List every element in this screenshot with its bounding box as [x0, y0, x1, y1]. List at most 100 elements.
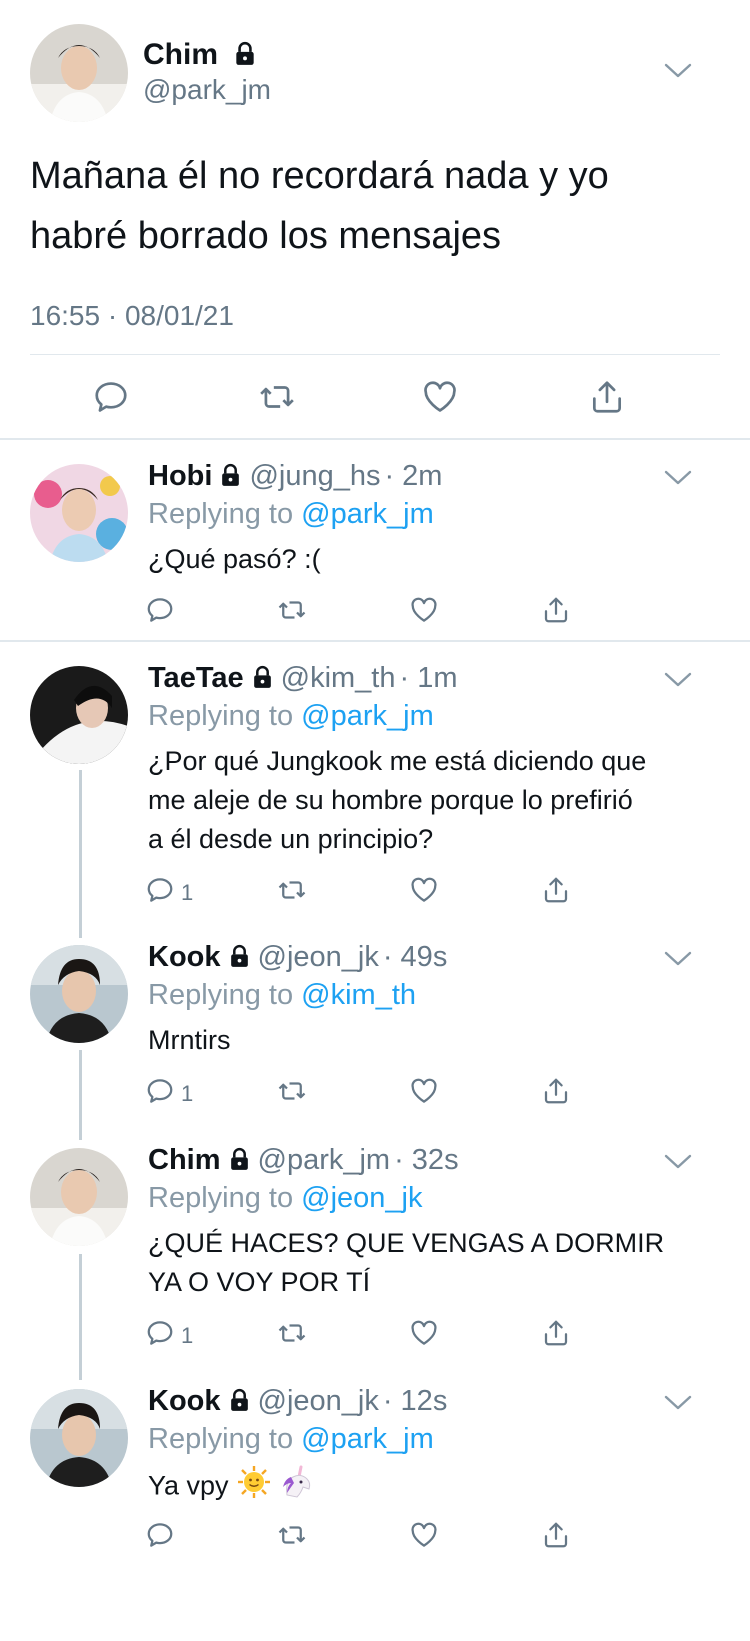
reply-text-line: Mrntirs — [148, 1021, 718, 1060]
reply-author-name[interactable]: Hobi — [148, 460, 212, 492]
retweet-button[interactable] — [276, 875, 308, 910]
replying-to-link[interactable]: @kim_th — [301, 979, 416, 1011]
share-button[interactable] — [541, 1076, 571, 1111]
heart-icon — [409, 595, 439, 630]
retweet-button[interactable] — [276, 1076, 308, 1111]
reply-time[interactable]: · 1m — [400, 662, 458, 694]
lock-icon — [253, 665, 271, 688]
heart-icon[interactable] — [421, 378, 459, 416]
share-button[interactable] — [541, 1520, 571, 1555]
share-button[interactable] — [541, 1318, 571, 1353]
reply-icon — [145, 1318, 175, 1353]
share-icon — [541, 1520, 571, 1555]
reply-time[interactable]: · 12s — [383, 1385, 447, 1417]
thread-line — [79, 1050, 82, 1140]
author-handle[interactable]: @park_jm — [143, 74, 271, 106]
reply-text-line: a él desde un principio? — [148, 820, 718, 859]
reply-author-handle[interactable]: @jeon_jk — [258, 941, 379, 973]
retweet-icon — [276, 1076, 308, 1111]
tweet-timestamp[interactable]: 16:55 · 08/01/21 — [30, 300, 234, 332]
replying-to-link[interactable]: @jeon_jk — [301, 1182, 422, 1214]
share-icon — [541, 595, 571, 630]
reply-text: Ya vpy — [148, 1470, 229, 1501]
reply-text-line: Ya vpy — [148, 1465, 718, 1510]
replying-to-label: Replying to — [148, 979, 294, 1011]
author-name[interactable]: Chim — [143, 38, 218, 71]
lock-icon — [236, 42, 255, 65]
reply-author-name[interactable]: Kook — [148, 1385, 221, 1417]
heart-icon — [409, 875, 439, 910]
retweet-icon — [276, 875, 308, 910]
reply-icon — [145, 875, 175, 910]
chevron-down-icon[interactable] — [664, 672, 692, 688]
reply-button[interactable] — [145, 1520, 181, 1555]
replying-to-label: Replying to — [148, 1423, 294, 1455]
like-button[interactable] — [409, 595, 439, 630]
reply-text-block: Ya vpy — [148, 1465, 718, 1510]
lock-icon — [230, 944, 248, 967]
reply-text: Mrntirs — [148, 1025, 231, 1055]
reply-icon[interactable] — [92, 378, 130, 416]
retweet-icon[interactable] — [257, 378, 297, 416]
like-button[interactable] — [409, 875, 439, 910]
heart-icon — [409, 1076, 439, 1111]
reply-button[interactable]: 1 — [145, 1076, 193, 1111]
reply-text-line: ¿Qué pasó? :( — [148, 540, 718, 579]
reply-time[interactable]: · 49s — [383, 941, 447, 973]
reply-text-line: ¿QUÉ HACES? QUE VENGAS A DORMIR — [148, 1224, 718, 1263]
share-icon[interactable] — [588, 378, 626, 416]
reply-text: YA O VOY POR TÍ — [148, 1267, 371, 1297]
reply-button[interactable]: 1 — [145, 875, 193, 910]
chevron-down-icon[interactable] — [664, 951, 692, 967]
reply-count: 1 — [181, 879, 194, 905]
retweet-icon — [276, 1318, 308, 1353]
reply-text: a él desde un principio? — [148, 824, 434, 854]
divider — [0, 438, 750, 440]
avatar[interactable] — [30, 666, 128, 764]
reply-button[interactable] — [145, 595, 181, 630]
retweet-button[interactable] — [276, 1318, 308, 1353]
reply-text-line: ¿Por qué Jungkook me está diciendo que — [148, 742, 718, 781]
chevron-down-icon[interactable] — [664, 63, 692, 79]
reply-button[interactable]: 1 — [145, 1318, 193, 1353]
reply-text-block: ¿QUÉ HACES? QUE VENGAS A DORMIR YA O VOY … — [148, 1224, 718, 1302]
like-button[interactable] — [409, 1318, 439, 1353]
like-button[interactable] — [409, 1520, 439, 1555]
chevron-down-icon[interactable] — [664, 1395, 692, 1411]
replying-to-link[interactable]: @park_jm — [301, 700, 434, 732]
unicorn-emoji — [279, 1465, 315, 1510]
reply-time[interactable]: · 32s — [394, 1144, 458, 1176]
share-button[interactable] — [541, 875, 571, 910]
reply-author-handle[interactable]: @park_jm — [258, 1144, 391, 1176]
avatar[interactable] — [30, 945, 128, 1043]
replying-to-label: Replying to — [148, 498, 294, 530]
avatar[interactable] — [30, 1389, 128, 1487]
reply-author-handle[interactable]: @jung_hs — [249, 460, 380, 492]
reply-author-name[interactable]: Kook — [148, 941, 221, 973]
lock-icon — [222, 463, 240, 486]
avatar[interactable] — [30, 1148, 128, 1246]
divider — [0, 640, 750, 642]
retweet-icon — [276, 1520, 308, 1555]
share-button[interactable] — [541, 595, 571, 630]
like-button[interactable] — [409, 1076, 439, 1111]
chevron-down-icon[interactable] — [664, 1154, 692, 1170]
reply-text: ¿Por qué Jungkook me está diciendo que — [148, 746, 647, 776]
reply-author-name[interactable]: TaeTae — [148, 662, 244, 694]
avatar-chim[interactable] — [30, 24, 128, 122]
retweet-button[interactable] — [276, 595, 308, 630]
reply-count: 1 — [181, 1080, 194, 1106]
replying-to-link[interactable]: @park_jm — [301, 1423, 434, 1455]
replying-to-link[interactable]: @park_jm — [301, 498, 434, 530]
reply-time[interactable]: · 2m — [384, 460, 442, 492]
retweet-button[interactable] — [276, 1520, 308, 1555]
reply-text: ¿QUÉ HACES? QUE VENGAS A DORMIR — [148, 1228, 665, 1258]
chevron-down-icon[interactable] — [664, 470, 692, 486]
reply-text-line: me aleje de su hombre porque lo prefirió — [148, 781, 718, 820]
reply-author-name[interactable]: Chim — [148, 1144, 221, 1176]
tweet-text-line: habré borrado los mensajes — [30, 215, 502, 257]
reply-icon — [145, 1076, 175, 1111]
avatar[interactable] — [30, 464, 128, 562]
reply-author-handle[interactable]: @kim_th — [281, 662, 396, 694]
reply-author-handle[interactable]: @jeon_jk — [258, 1385, 379, 1417]
